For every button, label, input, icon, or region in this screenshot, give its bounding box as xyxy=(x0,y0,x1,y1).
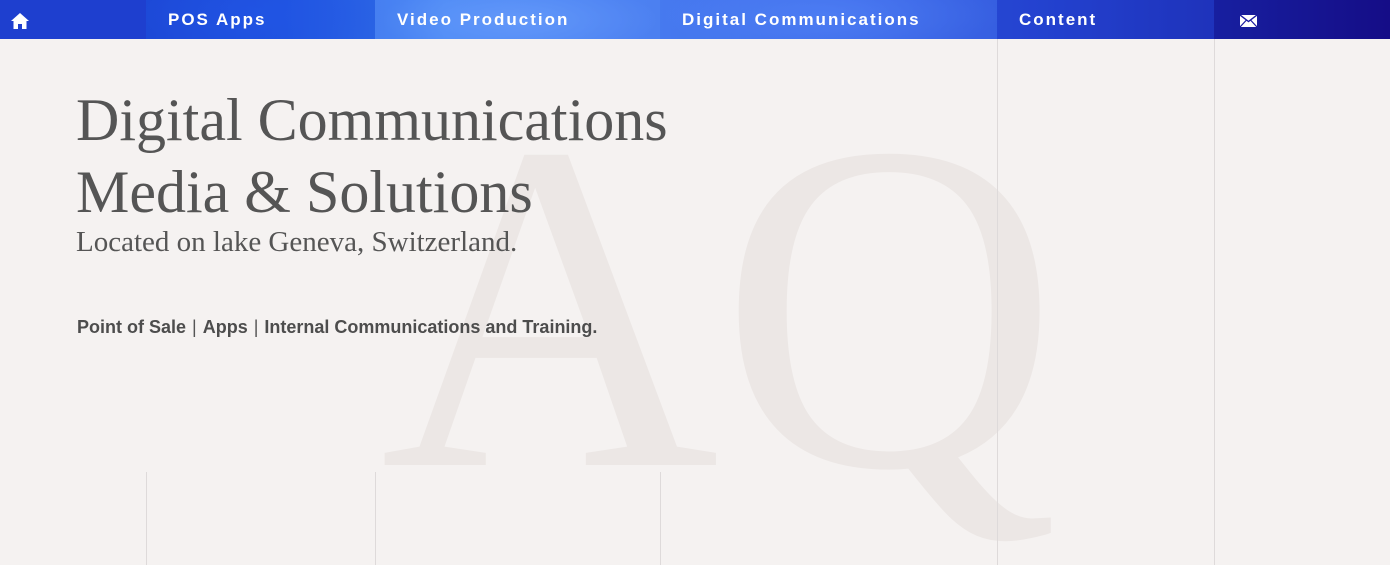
location-subtitle: Located on lake Geneva, Switzerland. xyxy=(76,226,518,258)
service-internal-communications: Internal Communications and Training. xyxy=(264,317,598,337)
grid-line xyxy=(375,472,376,565)
top-navigation: POS Apps Video Production Digital Commun… xyxy=(0,0,1390,39)
nav-mail-button[interactable] xyxy=(1214,0,1390,39)
grid-line xyxy=(146,472,147,565)
grid-line xyxy=(1214,39,1215,565)
services-list: Point of Sale | Apps | Internal Communicatio… xyxy=(77,315,597,339)
grid-line xyxy=(660,472,661,565)
nav-item-label: Video Production xyxy=(397,9,570,29)
service-separator: | xyxy=(253,317,259,337)
nav-item-content[interactable]: Content xyxy=(997,0,1214,39)
home-icon xyxy=(11,13,29,29)
service-apps: Apps xyxy=(202,317,248,337)
nav-item-label: Content xyxy=(1019,9,1098,29)
nav-item-label: Digital Communications xyxy=(682,9,921,29)
headline-line-2: Media & Solutions xyxy=(76,159,533,225)
nav-item-digital-communications[interactable]: Digital Communications xyxy=(660,0,997,39)
service-separator: | xyxy=(192,317,197,337)
nav-item-label: POS Apps xyxy=(168,9,267,29)
nav-item-pos-apps[interactable]: POS Apps xyxy=(146,0,375,39)
nav-home-button[interactable] xyxy=(0,0,146,39)
grid-line xyxy=(997,39,998,565)
nav-item-video-production[interactable]: Video Production xyxy=(375,0,660,39)
page-title: Digital Communications Media & Solutions xyxy=(76,84,668,228)
headline-line-1: Digital Communications xyxy=(76,87,668,153)
mail-icon xyxy=(1240,15,1257,27)
page: AQ POS Apps Video Production Digital Com… xyxy=(0,0,1390,565)
service-point-of-sale: Point of Sale xyxy=(77,317,187,337)
